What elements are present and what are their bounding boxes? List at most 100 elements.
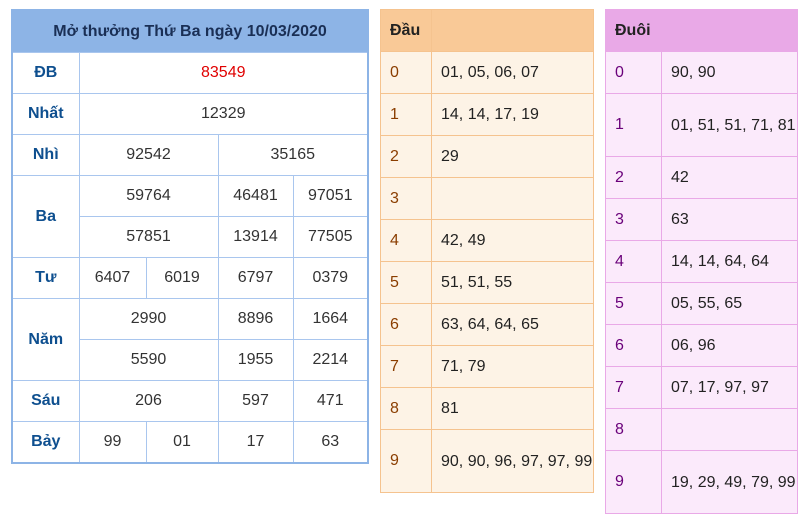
duoi-key: 6 — [605, 324, 662, 367]
prize-value-sau: 206 — [78, 380, 219, 422]
prize-value-nam: 5590 — [78, 339, 219, 381]
duoi-row: 6 06, 96 — [605, 324, 798, 367]
dau-values: 29 — [431, 135, 594, 178]
row-ba: Ba 59764 46481 97051 — [11, 175, 369, 258]
dau-key: 8 — [380, 387, 432, 430]
dau-values: 01, 05, 06, 07 — [431, 51, 594, 94]
dau-row: 5 51, 51, 55 — [380, 261, 594, 304]
duoi-values: 01, 51, 51, 71, 81 — [661, 93, 798, 157]
prize-value-bay: 99 — [78, 421, 147, 464]
prize-value-tu: 0379 — [292, 257, 369, 299]
dau-row: 2 29 — [380, 135, 594, 178]
duoi-values: 07, 17, 97, 97 — [661, 366, 798, 409]
prize-value-ba: 59764 — [78, 175, 219, 217]
prize-value-nhi: 35165 — [217, 134, 369, 176]
duoi-row: 8 — [605, 408, 798, 451]
prize-label-tu: Tư — [11, 257, 80, 299]
prize-value-tu: 6407 — [78, 257, 147, 299]
dau-values: 63, 64, 64, 65 — [431, 303, 594, 346]
prize-value-ba: 46481 — [217, 175, 294, 217]
prize-value-bay: 63 — [292, 421, 369, 464]
results-table: Mở thưởng Thứ Ba ngày 10/03/2020 ĐB 8354… — [11, 9, 370, 464]
dau-table: Đầu 0 01, 05, 06, 07 1 14, 14, 17, 19 2 29 … — [380, 9, 594, 493]
dau-values: 71, 79 — [431, 345, 594, 388]
row-nhi: Nhì 92542 35165 — [11, 134, 369, 176]
row-nhat: Nhất 12329 — [11, 93, 369, 135]
duoi-header: Đuôi — [605, 9, 662, 52]
prize-value-db: 83549 — [78, 52, 369, 94]
prize-value-ba: 77505 — [292, 216, 369, 258]
dau-row: 6 63, 64, 64, 65 — [380, 303, 594, 346]
prize-value-bay: 01 — [145, 421, 219, 464]
duoi-row: 0 90, 90 — [605, 51, 798, 94]
prize-value-tu: 6019 — [145, 257, 219, 299]
duoi-key: 2 — [605, 156, 662, 199]
duoi-row: 2 42 — [605, 156, 798, 199]
dau-header-empty — [431, 9, 594, 52]
duoi-values: 14, 14, 64, 64 — [661, 240, 798, 283]
prize-value-nam: 1664 — [292, 298, 369, 340]
prize-value-sau: 471 — [292, 380, 369, 422]
duoi-row: 4 14, 14, 64, 64 — [605, 240, 798, 283]
prize-label-nhat: Nhất — [11, 93, 80, 135]
dau-key: 3 — [380, 177, 432, 220]
prize-value-sau: 597 — [217, 380, 294, 422]
row-tu: Tư 6407 6019 6797 0379 — [11, 257, 369, 299]
prize-value-ba: 13914 — [217, 216, 294, 258]
row-nam: Năm 2990 8896 1664 — [11, 298, 369, 381]
prize-value-ba: 97051 — [292, 175, 369, 217]
row-bay: Bảy 99 01 17 63 — [11, 421, 369, 464]
dau-row: 1 14, 14, 17, 19 — [380, 93, 594, 136]
dau-key: 0 — [380, 51, 432, 94]
duoi-key: 1 — [605, 93, 662, 157]
duoi-key: 3 — [605, 198, 662, 241]
duoi-values: 42 — [661, 156, 798, 199]
prize-label-db: ĐB — [11, 52, 80, 94]
duoi-key: 8 — [605, 408, 662, 451]
prize-label-nhi: Nhì — [11, 134, 80, 176]
duoi-values — [661, 408, 798, 451]
row-db: ĐB 83549 — [11, 52, 369, 94]
duoi-row: 9 19, 29, 49, 79, 99 — [605, 450, 798, 514]
duoi-key: 5 — [605, 282, 662, 325]
dau-key: 4 — [380, 219, 432, 262]
results-title: Mở thưởng Thứ Ba ngày 10/03/2020 — [11, 9, 369, 53]
duoi-key: 9 — [605, 450, 662, 514]
results-title-row: Mở thưởng Thứ Ba ngày 10/03/2020 — [11, 9, 369, 53]
dau-row: 9 90, 90, 96, 97, 97, 99 — [380, 429, 594, 493]
dau-values: 90, 90, 96, 97, 97, 99 — [431, 429, 594, 493]
duoi-values: 06, 96 — [661, 324, 798, 367]
dau-row: 8 81 — [380, 387, 594, 430]
duoi-values: 19, 29, 49, 79, 99 — [661, 450, 798, 514]
prize-value-ba: 57851 — [78, 216, 219, 258]
dau-row: 7 71, 79 — [380, 345, 594, 388]
duoi-values: 63 — [661, 198, 798, 241]
dau-key: 1 — [380, 93, 432, 136]
dau-key: 5 — [380, 261, 432, 304]
dau-key: 6 — [380, 303, 432, 346]
duoi-table: Đuôi 0 90, 90 1 01, 51, 51, 71, 81 2 42 3 63… — [605, 9, 798, 514]
duoi-key: 7 — [605, 366, 662, 409]
dau-header: Đầu — [380, 9, 432, 52]
prize-value-nam: 2214 — [292, 339, 369, 381]
prize-value-nhat: 12329 — [78, 93, 369, 135]
duoi-row: 7 07, 17, 97, 97 — [605, 366, 798, 409]
dau-values: 42, 49 — [431, 219, 594, 262]
dau-row: 3 — [380, 177, 594, 220]
prize-label-bay: Bảy — [11, 421, 80, 464]
duoi-values: 05, 55, 65 — [661, 282, 798, 325]
dau-values — [431, 177, 594, 220]
prize-label-nam: Năm — [11, 298, 80, 381]
prize-value-nam: 2990 — [78, 298, 219, 340]
duoi-values: 90, 90 — [661, 51, 798, 94]
prize-value-nam: 1955 — [217, 339, 294, 381]
duoi-header-row: Đuôi — [605, 9, 798, 52]
row-sau: Sáu 206 597 471 — [11, 380, 369, 422]
duoi-key: 4 — [605, 240, 662, 283]
duoi-row: 1 01, 51, 51, 71, 81 — [605, 93, 798, 157]
dau-values: 14, 14, 17, 19 — [431, 93, 594, 136]
prize-value-nhi: 92542 — [78, 134, 219, 176]
dau-row: 0 01, 05, 06, 07 — [380, 51, 594, 94]
prize-value-bay: 17 — [217, 421, 294, 464]
duoi-row: 3 63 — [605, 198, 798, 241]
